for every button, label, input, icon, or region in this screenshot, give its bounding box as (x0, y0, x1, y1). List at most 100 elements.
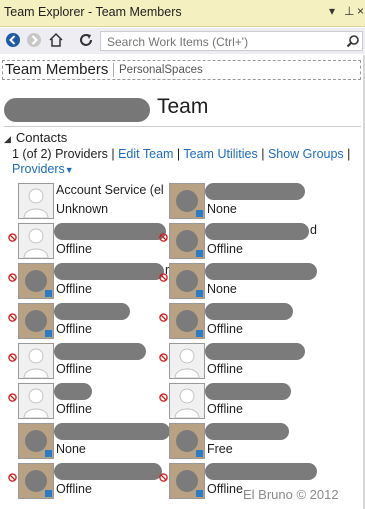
contact-name: Account Service (el (56, 183, 164, 197)
page-title[interactable]: Team Members (5, 61, 108, 78)
avatar[interactable] (18, 303, 54, 339)
blocked-status-icon (8, 233, 17, 242)
contact-tile[interactable]: Offline (8, 383, 168, 419)
avatar[interactable] (169, 263, 205, 299)
contact-tile[interactable]: None (8, 423, 170, 459)
blocked-status-icon (8, 313, 17, 322)
contact-status: Offline (56, 482, 92, 496)
avatar[interactable] (169, 383, 205, 419)
contact-status: None (207, 202, 237, 216)
presence-badge (196, 250, 203, 257)
contact-tile[interactable]: Offline (159, 343, 319, 379)
contact-tile[interactable]: Offline (159, 383, 319, 419)
contact-tile[interactable]: Account Service (el Unknown (8, 183, 168, 219)
blocked-status-icon (159, 313, 168, 322)
providers-menu-label: Providers (12, 162, 65, 176)
contact-status: Offline (207, 322, 243, 336)
avatar[interactable] (169, 423, 205, 459)
edit-team-link[interactable]: Edit Team (118, 147, 173, 161)
contact-status: Offline (56, 362, 92, 376)
presence-badge (45, 330, 52, 337)
providers-line: 1 (of 2) Providers | Edit Team | Team Ut… (12, 147, 351, 176)
header-separator (113, 63, 114, 77)
blocked-status-icon (8, 273, 17, 282)
contact-tile[interactable]: None (159, 263, 319, 299)
presence-badge (196, 450, 203, 457)
contact-tile[interactable]: Free (159, 423, 319, 459)
avatar[interactable] (169, 463, 205, 499)
presence-badge (45, 290, 52, 297)
window-title: Team Explorer - Team Members (4, 5, 182, 19)
contacts-header-label: Contacts (15, 130, 68, 145)
blocked-status-icon (159, 473, 168, 482)
back-icon[interactable] (5, 32, 21, 48)
contact-status: Offline (207, 482, 243, 496)
avatar[interactable] (18, 263, 54, 299)
contact-status: None (207, 282, 237, 296)
avatar[interactable] (169, 223, 205, 259)
redacted-name (205, 263, 317, 280)
contact-tile[interactable]: None (159, 183, 319, 219)
contact-tile[interactable]: Offline (8, 463, 168, 499)
contact-status: Free (207, 442, 233, 456)
collapse-icon[interactable]: ◢ (4, 134, 11, 144)
contact-status: Offline (207, 362, 243, 376)
person-placeholder-icon (174, 388, 200, 419)
contact-tile[interactable]: Offline (159, 303, 319, 339)
project-name[interactable]: PersonalSpaces (119, 64, 203, 76)
redacted-name (54, 343, 146, 360)
contact-tile[interactable]: r Offline (8, 263, 169, 299)
contact-status: Unknown (56, 202, 109, 216)
blocked-status-icon (8, 473, 17, 482)
show-groups-link[interactable]: Show Groups (268, 147, 344, 161)
redacted-name (54, 463, 162, 480)
pin-icon[interactable]: ⊥ (344, 4, 354, 18)
dropdown-icon[interactable]: ▾ (329, 4, 335, 18)
contacts-section-header[interactable]: ◢ Contacts (4, 130, 67, 145)
contact-status: Offline (56, 402, 92, 416)
search-input[interactable] (105, 33, 339, 51)
avatar[interactable] (18, 423, 54, 459)
contact-status: Offline (207, 402, 243, 416)
person-placeholder-icon (23, 188, 49, 219)
blocked-status-icon (159, 393, 168, 402)
team-title: Team (4, 94, 362, 124)
presence-badge (196, 490, 203, 497)
avatar[interactable] (18, 183, 54, 219)
contact-tile[interactable]: Offline (8, 223, 168, 259)
team-suffix: Team (157, 95, 209, 118)
avatar[interactable] (18, 343, 54, 379)
redacted-name (54, 383, 92, 400)
avatar[interactable] (18, 383, 54, 419)
window-titlebar: Team Explorer - Team Members ▾ ⊥ × (0, 0, 365, 27)
person-placeholder-icon (23, 228, 49, 259)
blocked-status-icon (159, 233, 168, 242)
avatar[interactable] (169, 343, 205, 379)
presence-badge (196, 330, 203, 337)
redacted-name (54, 263, 164, 280)
avatar[interactable] (18, 223, 54, 259)
avatar[interactable] (18, 463, 54, 499)
contact-tile[interactable]: Offline (8, 343, 168, 379)
contact-tile[interactable]: Offline (8, 303, 168, 339)
divider (4, 126, 361, 127)
search-box (100, 31, 363, 51)
avatar[interactable] (169, 183, 205, 219)
search-icon[interactable] (346, 34, 360, 48)
redacted-name (54, 223, 166, 240)
home-icon[interactable] (48, 32, 64, 48)
team-utilities-link[interactable]: Team Utilities (183, 147, 257, 161)
contact-tile[interactable]: d Offline (159, 223, 319, 259)
refresh-icon[interactable] (78, 32, 94, 48)
page-header: Team Members PersonalSpaces (2, 60, 361, 80)
avatar[interactable] (169, 303, 205, 339)
providers-menu[interactable]: Providers▼ (12, 162, 74, 176)
redacted-name (205, 463, 317, 480)
presence-badge (196, 210, 203, 217)
forward-icon[interactable] (26, 32, 42, 48)
close-icon[interactable]: × (357, 4, 364, 18)
contact-status: Offline (207, 242, 243, 256)
contact-status: None (56, 442, 86, 456)
redacted-team-name (4, 98, 150, 122)
blocked-status-icon (159, 273, 168, 282)
